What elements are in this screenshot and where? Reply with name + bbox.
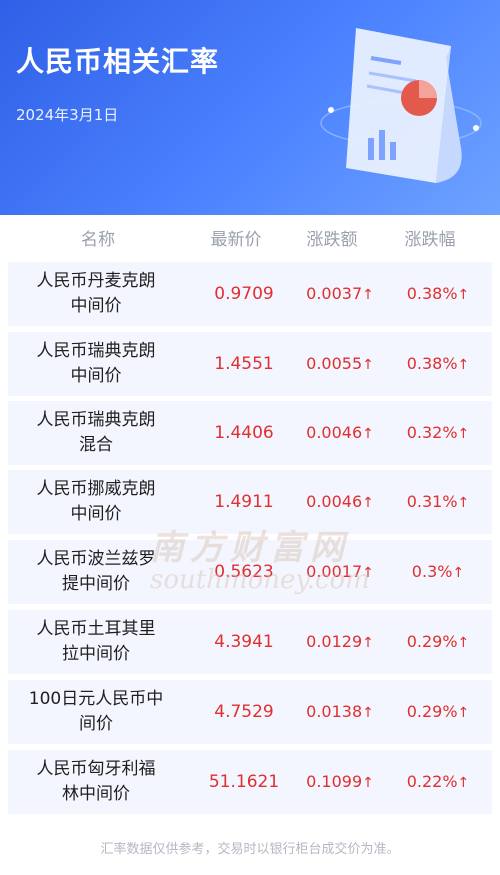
date-label: 2024年3月1日 (16, 106, 119, 124)
up-arrow-icon: ↑ (457, 357, 470, 373)
up-arrow-icon: ↑ (452, 565, 465, 581)
change-percent: 0.38%↑ (406, 284, 470, 303)
page-title: 人民币相关汇率 (16, 45, 220, 78)
currency-name: 人民币瑞典克朗 中间价 (36, 341, 156, 386)
change-percent: 0.32%↑ (406, 423, 470, 442)
change-amount: 0.1099↑ (306, 772, 374, 791)
latest-price: 1.4551 (214, 354, 274, 374)
up-arrow-icon: ↑ (457, 495, 470, 511)
table-row: 人民币挪威克朗 中间价 1.4911 0.0046↑ 0.31%↑ (8, 470, 492, 534)
column-header-percent: 涨跌幅 (404, 230, 456, 250)
up-arrow-icon: ↑ (457, 287, 470, 303)
latest-price: 4.3941 (214, 632, 274, 652)
change-percent: 0.3%↑ (411, 562, 465, 581)
up-arrow-icon: ↑ (457, 635, 470, 651)
change-percent: 0.22%↑ (406, 772, 470, 791)
change-percent: 0.38%↑ (406, 354, 470, 373)
document-chart-illustration (320, 28, 482, 183)
up-arrow-icon: ↑ (362, 357, 374, 373)
table-row: 人民币瑞典克朗 混合 1.4406 0.0046↑ 0.32%↑ (8, 401, 492, 465)
table-row: 人民币土耳其里 拉中间价 4.3941 0.0129↑ 0.29%↑ (8, 610, 492, 674)
latest-price: 4.7529 (214, 702, 274, 722)
currency-name: 人民币波兰兹罗 提中间价 (36, 549, 156, 594)
currency-name: 人民币挪威克朗 中间价 (36, 479, 156, 524)
table-row: 100日元人民币中 间价 4.7529 0.0138↑ 0.29%↑ (8, 680, 492, 744)
change-amount: 0.0046↑ (306, 423, 374, 442)
change-amount: 0.0055↑ (306, 354, 374, 373)
up-arrow-icon: ↑ (362, 565, 374, 581)
table-header: 名称 最新价 涨跌额 涨跌幅 (0, 215, 500, 257)
change-percent: 0.31%↑ (406, 492, 470, 511)
up-arrow-icon: ↑ (362, 426, 374, 442)
up-arrow-icon: ↑ (362, 635, 374, 651)
latest-price: 0.9709 (214, 284, 274, 304)
currency-name: 人民币瑞典克朗 混合 (36, 410, 156, 455)
table-row: 人民币匈牙利福 林中间价 51.1621 0.1099↑ 0.22%↑ (8, 750, 492, 814)
up-arrow-icon: ↑ (457, 705, 470, 721)
latest-price: 1.4406 (214, 423, 274, 443)
up-arrow-icon: ↑ (362, 775, 374, 791)
table-row: 人民币波兰兹罗 提中间价 0.5623 0.0017↑ 0.3%↑ (8, 540, 492, 604)
up-arrow-icon: ↑ (457, 775, 470, 791)
change-percent: 0.29%↑ (406, 702, 470, 721)
change-amount: 0.0138↑ (306, 702, 374, 721)
up-arrow-icon: ↑ (362, 705, 374, 721)
table-row: 人民币瑞典克朗 中间价 1.4551 0.0055↑ 0.38%↑ (8, 332, 492, 396)
change-amount: 0.0017↑ (306, 562, 374, 581)
currency-name: 人民币匈牙利福 林中间价 (36, 759, 156, 804)
currency-name: 人民币丹麦克朗 中间价 (36, 271, 156, 316)
latest-price: 0.5623 (214, 562, 274, 582)
column-header-name: 名称 (81, 230, 115, 250)
column-header-change: 涨跌额 (306, 230, 358, 250)
change-amount: 0.0046↑ (306, 492, 374, 511)
column-header-price: 最新价 (210, 230, 262, 250)
latest-price: 1.4911 (214, 492, 274, 512)
change-amount: 0.0129↑ (306, 632, 374, 651)
table-row: 人民币丹麦克朗 中间价 0.9709 0.0037↑ 0.38%↑ (8, 262, 492, 326)
change-percent: 0.29%↑ (406, 632, 470, 651)
currency-name: 100日元人民币中 间价 (28, 689, 164, 734)
latest-price: 51.1621 (208, 772, 280, 792)
currency-name: 人民币土耳其里 拉中间价 (36, 619, 156, 664)
change-amount: 0.0037↑ (306, 284, 374, 303)
up-arrow-icon: ↑ (362, 495, 374, 511)
header-banner: 人民币相关汇率 2024年3月1日 (0, 0, 500, 215)
up-arrow-icon: ↑ (362, 287, 374, 303)
disclaimer-footer: 汇率数据仅供参考，交易时以银行柜台成交价为准。 (100, 842, 400, 857)
up-arrow-icon: ↑ (457, 426, 470, 442)
